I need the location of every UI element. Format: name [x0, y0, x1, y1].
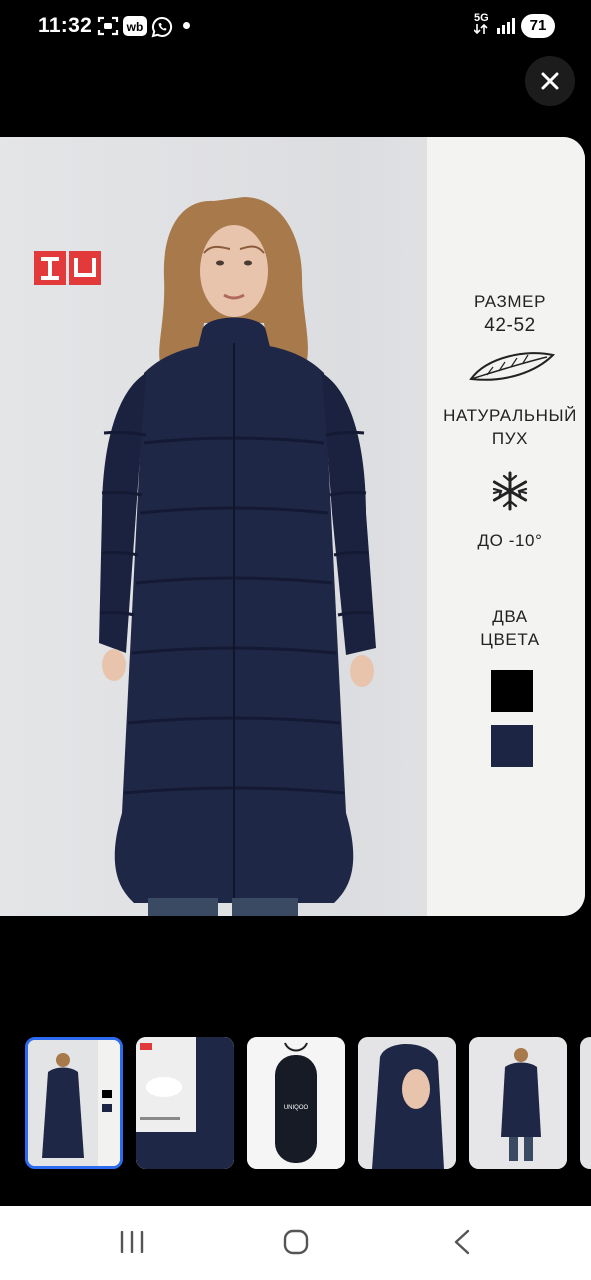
color-swatch-navy — [491, 725, 533, 767]
down-label-line1: НАТУРАЛЬНЫЙ — [443, 406, 577, 425]
thumbnail-full-image — [469, 1037, 567, 1169]
colors-label-line1: ДВА — [492, 607, 528, 626]
thumbnail-features-image — [136, 1037, 234, 1169]
home-icon[interactable] — [283, 1229, 309, 1255]
thumbnail-hood-image — [358, 1037, 456, 1169]
network-indicator: 5G — [473, 13, 489, 37]
bag-text: UNIQOO — [284, 1105, 309, 1111]
signal-icon — [497, 18, 515, 34]
wb-label: wb — [126, 20, 144, 34]
thumbnail-front[interactable] — [25, 1037, 123, 1169]
thumbnail-bag-image: UNIQOO — [247, 1037, 345, 1169]
battery-indicator: 71 — [521, 14, 555, 38]
thumbnail-bag[interactable]: UNIQOO — [247, 1037, 345, 1169]
status-time: 11:32 — [38, 14, 93, 37]
size-label: РАЗМЕР — [473, 292, 547, 311]
colors-label-line2: ЦВЕТА — [480, 630, 540, 649]
close-button[interactable] — [525, 56, 575, 106]
notification-dot — [183, 22, 190, 29]
temperature-label: ДО -10° — [477, 531, 543, 550]
main-product-image[interactable]: РАЗМЕР 42-52 НАТУРАЛЬНЫЙ ПУХ ДО -10° ДВА… — [0, 137, 585, 916]
feather-icon — [469, 352, 555, 381]
thumbnail-front-image — [28, 1040, 120, 1166]
model-figure — [99, 197, 376, 916]
thumbnail-hood[interactable] — [358, 1037, 456, 1169]
size-range: 42-52 — [484, 315, 536, 336]
recent-apps-icon[interactable] — [119, 1231, 145, 1253]
screenshot-icon — [97, 16, 119, 36]
back-icon[interactable] — [453, 1229, 471, 1255]
navigation-bar — [0, 1206, 591, 1280]
status-bar: 11:32 wb 5G 71 — [0, 0, 591, 52]
down-label-line2: ПУХ — [491, 429, 529, 448]
wb-app-icon: wb — [123, 16, 147, 36]
thumbnail-features[interactable] — [136, 1037, 234, 1169]
whatsapp-icon — [151, 16, 173, 38]
thumbnail-full[interactable] — [469, 1037, 567, 1169]
features-panel: РАЗМЕР 42-52 НАТУРАЛЬНЫЙ ПУХ ДО -10° ДВА… — [427, 137, 585, 916]
close-icon — [541, 72, 559, 90]
snowflake-icon — [492, 471, 528, 511]
color-swatch-black — [491, 670, 533, 712]
thumbnail-partial[interactable] — [580, 1037, 591, 1169]
